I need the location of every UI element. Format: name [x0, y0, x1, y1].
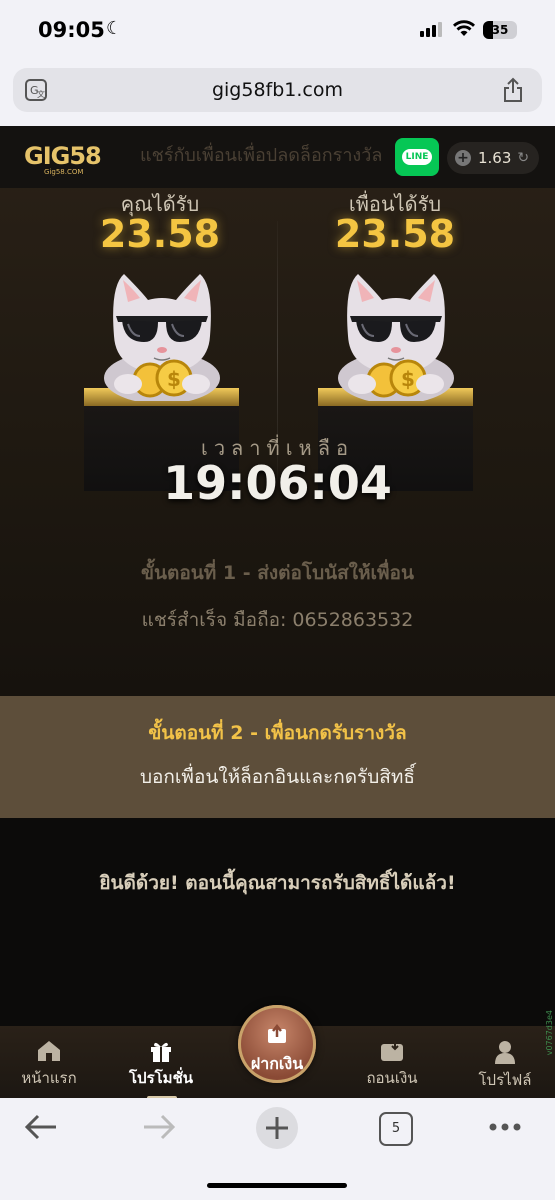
balance-value: 1.63	[478, 149, 512, 167]
countdown-timer: 19:06:04	[163, 456, 392, 510]
nav-home-label: หน้าแรก	[21, 1069, 77, 1087]
browser-toolbar: 5	[0, 1098, 555, 1200]
nav-home[interactable]: หน้าแรก	[4, 1040, 94, 1090]
wallet-icon	[381, 1041, 403, 1061]
cat-sunglasses-right-image: $	[338, 274, 454, 401]
cat-sunglasses-left-image: $	[104, 274, 220, 401]
nav-deposit-label: ฝากเงิน	[250, 1054, 304, 1073]
line-button[interactable]: LINE	[395, 138, 439, 176]
status-time: 09:05	[38, 18, 105, 42]
nav-withdraw-label: ถอนเงิน	[366, 1069, 418, 1087]
share-icon[interactable]	[502, 77, 524, 103]
nav-withdraw[interactable]: ถอนเงิน	[347, 1040, 437, 1090]
tabs-count-button[interactable]: 5	[379, 1112, 413, 1146]
balance-pill[interactable]: + 1.63 ↻	[447, 142, 539, 174]
logo-subtext: Gig58.COM	[44, 168, 84, 176]
forward-icon[interactable]	[142, 1112, 176, 1142]
wifi-icon	[453, 20, 475, 36]
battery-level: 35	[491, 23, 509, 37]
bottom-nav: หน้าแรก โปรโมชั่น ฝากเงิน ถอนเงิน โปรไฟล…	[0, 1005, 555, 1098]
step2-panel: ขั้นตอนที่ 2 - เพื่อนกดรับรางวัล บอกเพื่…	[0, 696, 555, 818]
home-indicator	[207, 1183, 347, 1188]
step1-title: ขั้นตอนที่ 1 - ส่งต่อโบนัสให้เพื่อน	[141, 562, 414, 584]
nav-promotion[interactable]: โปรโมชั่น	[116, 1040, 206, 1090]
cellular-signal-icon	[420, 22, 442, 37]
url-text[interactable]: gig58fb1.com	[13, 79, 542, 101]
line-label: LINE	[401, 149, 433, 165]
congrats-message: ยินดีด้วย! ตอนนี้คุณสามารถรับสิทธิ์ได้แล…	[99, 872, 456, 894]
page-title: แชร์กับเพื่อนเพื่อปลดล็อกรางวัล	[140, 145, 383, 166]
step2-instruction: บอกเพื่อนให้ล็อกอินและกดรับสิทธิ์	[139, 766, 416, 788]
nav-promotion-label: โปรโมชั่น	[128, 1069, 193, 1087]
svg-text:$: $	[401, 367, 415, 391]
version-text: v0767d3e4	[545, 1010, 554, 1056]
new-tab-icon[interactable]	[255, 1106, 299, 1150]
step1-share-status: แชร์สำเร็จ มือถือ: 0652863532	[141, 609, 414, 631]
you-receive-value: 23.58	[99, 212, 221, 256]
battery-indicator: 35	[483, 21, 517, 39]
status-bar: 09:05 ☾ 35	[0, 0, 555, 62]
back-icon[interactable]	[24, 1112, 58, 1142]
gift-icon	[151, 1042, 171, 1062]
nav-deposit-button[interactable]: ฝากเงิน	[238, 1005, 316, 1083]
deposit-icon	[268, 1023, 286, 1043]
address-bar[interactable]: G 文 gig58fb1.com	[13, 68, 542, 112]
step2-title: ขั้นตอนที่ 2 - เพื่อนกดรับรางวัล	[148, 722, 407, 744]
plus-icon[interactable]: +	[455, 150, 471, 166]
friend-receive-value: 23.58	[334, 212, 456, 256]
nav-profile[interactable]: โปรไฟล์	[460, 1040, 550, 1092]
app-header: แชร์กับเพื่อนเพื่อปลดล็อกรางวัล GIG58 Gi…	[0, 126, 555, 188]
nav-profile-label: โปรไฟล์	[478, 1071, 532, 1089]
reward-hero: คุณได้รับ 23.58 เพื่อนได้รับ 23.58 $ $ เ…	[0, 126, 555, 696]
svg-text:$: $	[167, 367, 181, 391]
profile-icon	[495, 1041, 515, 1064]
home-icon	[38, 1041, 60, 1061]
moon-icon: ☾	[106, 18, 123, 39]
more-icon[interactable]	[488, 1122, 522, 1132]
gig58-logo[interactable]: GIG58	[24, 142, 102, 170]
app-viewport: คุณได้รับ 23.58 เพื่อนได้รับ 23.58 $ $ เ…	[0, 126, 555, 1098]
refresh-icon[interactable]: ↻	[517, 150, 529, 166]
